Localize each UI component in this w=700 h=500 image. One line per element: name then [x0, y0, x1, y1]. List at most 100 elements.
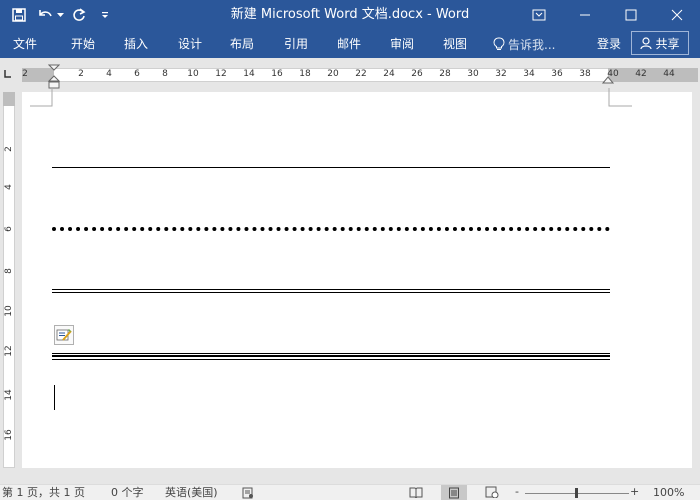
- tab-mailings[interactable]: 邮件: [335, 30, 363, 58]
- vertical-ruler-number: 2: [4, 146, 14, 152]
- ruler-number: 26: [411, 69, 423, 79]
- macro-record-button[interactable]: [242, 487, 254, 500]
- person-icon: [640, 36, 653, 49]
- tell-me-label: 告诉我...: [508, 37, 556, 52]
- window-controls: [516, 0, 700, 30]
- document-page[interactable]: [22, 92, 692, 468]
- zoom-out-button[interactable]: -: [515, 485, 519, 499]
- customize-qat-button[interactable]: [94, 4, 116, 26]
- ruler-number: 32: [495, 69, 507, 79]
- page-count[interactable]: 第 1 页，共 1 页: [2, 486, 85, 500]
- ruler-number: 36: [551, 69, 563, 79]
- tab-selector[interactable]: [0, 66, 16, 82]
- autocorrect-options-button[interactable]: [54, 325, 74, 345]
- customize-qat-icon: [102, 12, 108, 18]
- indent-markers[interactable]: [48, 64, 60, 90]
- vertical-ruler-number: 16: [4, 429, 14, 441]
- lightbulb-icon: [493, 37, 505, 50]
- crop-mark-left: [30, 88, 53, 107]
- vertical-ruler-number: 12: [4, 345, 14, 357]
- web-layout-button[interactable]: [485, 486, 499, 500]
- close-button[interactable]: [654, 0, 700, 30]
- tab-home[interactable]: 开始: [69, 30, 97, 58]
- word-count[interactable]: 0 个字: [111, 486, 144, 500]
- triple-line-border: [52, 353, 610, 361]
- ruler-number: 10: [187, 69, 199, 79]
- vertical-ruler-number: 8: [4, 268, 14, 274]
- ruler-number: 30: [467, 69, 479, 79]
- share-button[interactable]: 共享: [631, 31, 689, 55]
- tab-references[interactable]: 引用: [282, 30, 310, 58]
- redo-button[interactable]: [68, 4, 90, 26]
- vertical-ruler-number: 6: [4, 226, 14, 232]
- ruler-number: 18: [299, 69, 311, 79]
- autocorrect-icon: [56, 329, 72, 341]
- zoom-level[interactable]: 100%: [653, 486, 684, 500]
- text-cursor: [54, 385, 55, 410]
- crop-mark-right: [608, 88, 632, 107]
- vertical-ruler-number: 4: [4, 184, 14, 190]
- tab-layout[interactable]: 布局: [228, 30, 256, 58]
- tab-insert[interactable]: 插入: [122, 30, 150, 58]
- ruler-number: 22: [355, 69, 367, 79]
- redo-icon: [73, 8, 86, 21]
- ruler-number: 24: [383, 69, 395, 79]
- ruler-number: 2: [22, 69, 28, 79]
- ruler-number: 28: [439, 69, 451, 79]
- minimize-icon: [580, 14, 590, 16]
- chevron-down-icon: [56, 12, 64, 17]
- share-label: 共享: [655, 36, 680, 51]
- ruler-number: 42: [635, 69, 647, 79]
- ruler-number: 4: [106, 69, 112, 79]
- ruler-number: 44: [663, 69, 675, 79]
- ruler-right-margin: [608, 68, 698, 82]
- tab-file[interactable]: 文件: [11, 30, 39, 58]
- close-icon: [671, 9, 683, 21]
- vertical-ruler-top-margin: [3, 92, 15, 106]
- zoom-slider-thumb[interactable]: [575, 488, 578, 498]
- ruler-number: 6: [134, 69, 140, 79]
- macro-record-icon: [242, 487, 253, 499]
- dotted-line-border: [52, 227, 610, 231]
- tab-review[interactable]: 审阅: [388, 30, 416, 58]
- language-indicator[interactable]: 英语(美国): [165, 486, 218, 500]
- zoom-in-button[interactable]: +: [630, 485, 639, 499]
- maximize-icon: [625, 9, 637, 21]
- tab-design[interactable]: 设计: [176, 30, 204, 58]
- login-link[interactable]: 登录: [597, 30, 621, 58]
- single-line-border: [52, 167, 610, 168]
- read-mode-button[interactable]: [409, 486, 423, 500]
- undo-button[interactable]: [34, 4, 56, 26]
- minimize-button[interactable]: [562, 0, 608, 30]
- ruler-number: 38: [579, 69, 591, 79]
- ruler-number: 34: [523, 69, 535, 79]
- maximize-button[interactable]: [608, 0, 654, 30]
- web-layout-icon: [485, 486, 499, 499]
- undo-icon: [39, 10, 52, 17]
- ruler-number: 14: [243, 69, 255, 79]
- ruler-number: 12: [215, 69, 227, 79]
- ribbon-display-icon: [532, 9, 546, 21]
- title-bar: 新建 Microsoft Word 文档.docx - Word: [0, 0, 700, 30]
- read-mode-icon: [409, 487, 423, 499]
- double-line-border: [52, 289, 610, 293]
- save-button[interactable]: [8, 4, 30, 26]
- undo-dropdown[interactable]: [56, 4, 64, 26]
- tell-me-search[interactable]: 告诉我...: [493, 30, 555, 58]
- tab-view[interactable]: 视图: [441, 30, 469, 58]
- ruler-number: 8: [162, 69, 168, 79]
- vertical-ruler-number: 10: [4, 305, 14, 317]
- status-bar: 第 1 页，共 1 页 0 个字 英语(美国) - + 100%: [0, 484, 700, 500]
- ruler-number: 2: [78, 69, 84, 79]
- ruler-number: 20: [327, 69, 339, 79]
- print-layout-button[interactable]: [441, 485, 467, 500]
- quick-access-toolbar: [8, 0, 116, 30]
- print-layout-icon: [449, 487, 459, 498]
- ruler-number: 16: [271, 69, 283, 79]
- tab-stop-icon: [4, 70, 11, 78]
- vertical-scrollbar[interactable]: [692, 92, 700, 468]
- save-icon: [12, 8, 26, 22]
- ribbon-tabs: 文件 开始 插入 设计 布局 引用 邮件 审阅 视图 告诉我... 登录: [0, 30, 700, 58]
- right-indent-marker[interactable]: [602, 74, 614, 84]
- ribbon-display-options-button[interactable]: [516, 0, 562, 30]
